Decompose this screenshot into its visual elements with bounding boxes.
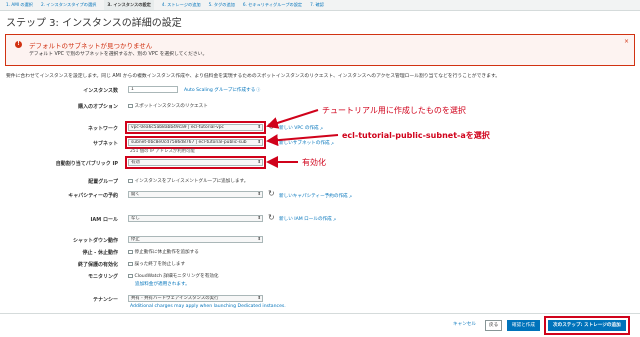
network-annotation: チュートリアル用に作成したものを選択 <box>322 106 466 115</box>
subnet-annotation: ecl-tutorial-public-subnet-aを選択 <box>342 131 490 140</box>
review-and-launch-button[interactable]: 確認と作成 <box>507 320 540 331</box>
auto-ip-annotation: 有効化 <box>302 158 326 167</box>
next-add-storage-button[interactable]: 次のステップ: ストレージの追加 <box>544 316 630 335</box>
footer-divider <box>0 313 640 314</box>
back-button[interactable]: 戻る <box>485 320 503 331</box>
cancel-button[interactable]: キャンセル <box>453 320 476 331</box>
network-arrow <box>266 109 319 129</box>
subnet-arrow <box>266 134 339 147</box>
annotation-arrows <box>266 109 339 168</box>
